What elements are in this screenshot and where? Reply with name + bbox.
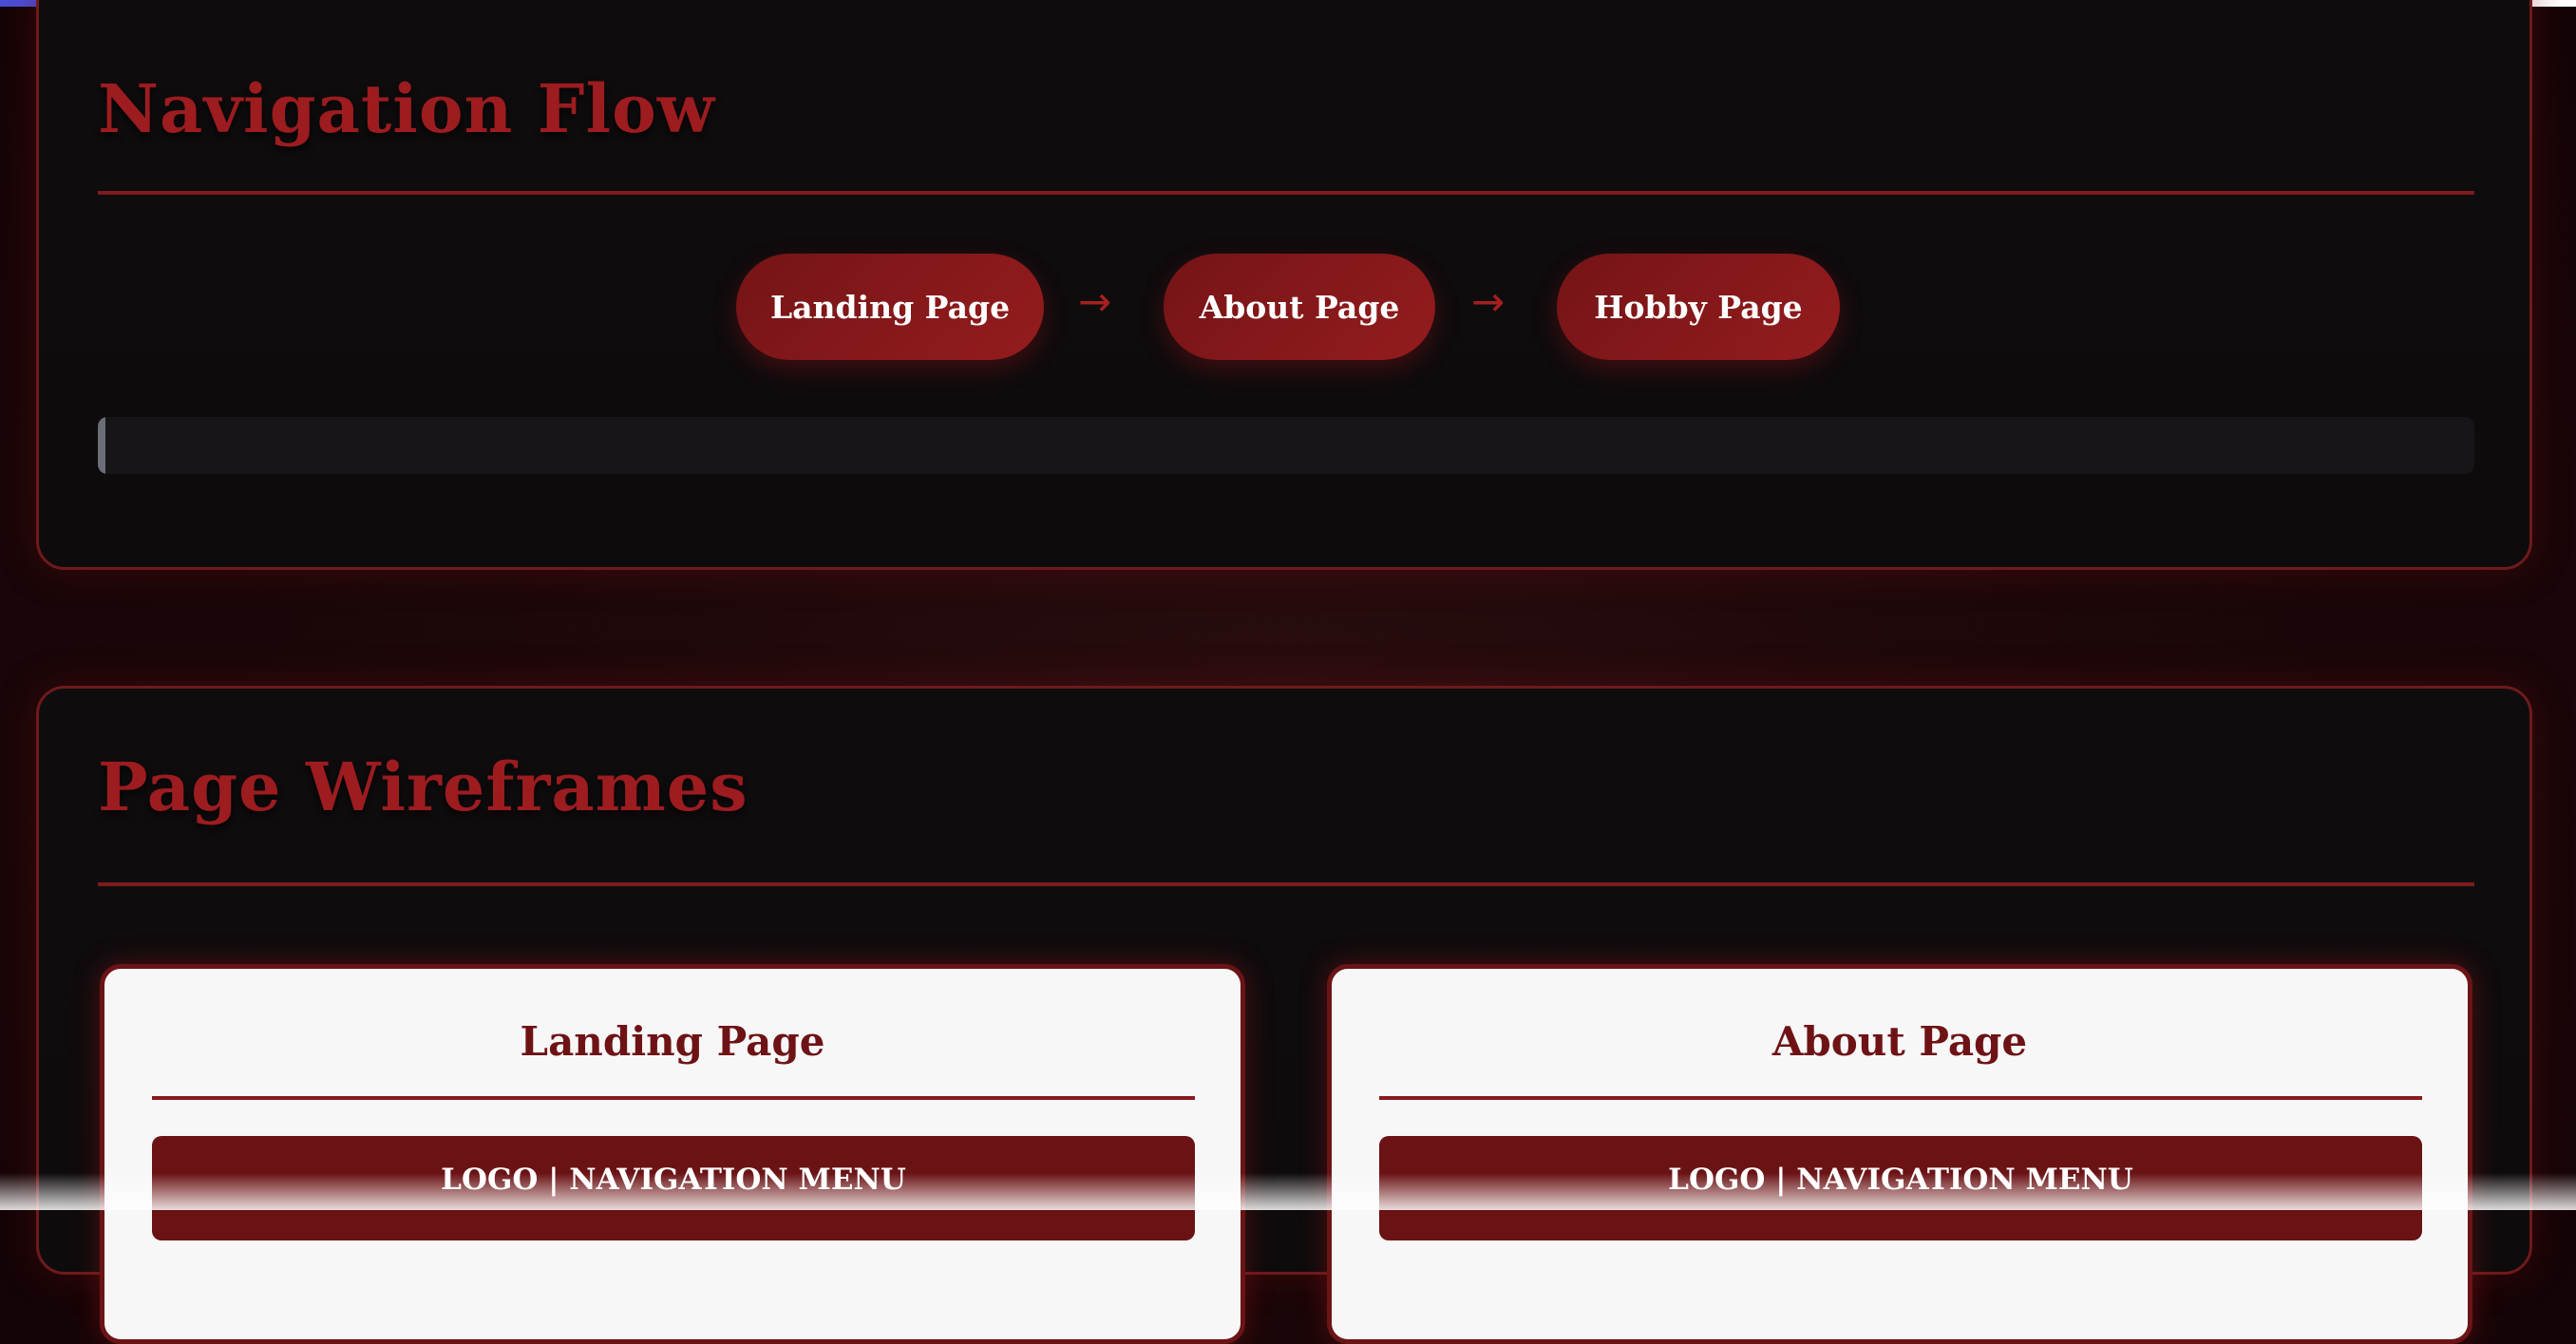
wireframe-nav-bar: LOGO | NAVIGATION MENU	[152, 1136, 1195, 1240]
wireframe-divider	[1379, 1096, 2422, 1100]
code-block	[98, 417, 2474, 474]
wireframe-divider	[152, 1096, 1195, 1100]
wireframe-title: About Page	[1771, 1018, 2028, 1065]
section-divider	[98, 191, 2474, 195]
flow-node-about-page[interactable]: About Page	[1164, 254, 1435, 360]
navigation-flow-section: Navigation Flow Landing Page → About Pag…	[36, 0, 2532, 570]
section-title-navigation-flow: Navigation Flow	[98, 69, 716, 148]
navigation-flow-diagram: Landing Page → About Page → Hobby Page	[39, 254, 2529, 360]
wireframe-nav-bar: LOGO | NAVIGATION MENU	[1379, 1136, 2422, 1240]
wireframe-card-about-page: About Page LOGO | NAVIGATION MENU	[1327, 964, 2472, 1344]
section-title-page-wireframes: Page Wireframes	[98, 748, 748, 826]
arrow-right-icon: →	[1078, 278, 1112, 325]
flow-node-hobby-page[interactable]: Hobby Page	[1557, 254, 1840, 360]
page-wireframes-section: Page Wireframes Landing Page LOGO | NAVI…	[36, 686, 2532, 1344]
wireframe-card-landing-page: Landing Page LOGO | NAVIGATION MENU	[100, 964, 1245, 1344]
wireframe-title: Landing Page	[520, 1018, 825, 1065]
flow-node-landing-page[interactable]: Landing Page	[736, 254, 1044, 360]
arrow-right-icon: →	[1471, 278, 1506, 325]
section-divider	[98, 882, 2474, 886]
code-block-accent-bar	[98, 417, 105, 474]
